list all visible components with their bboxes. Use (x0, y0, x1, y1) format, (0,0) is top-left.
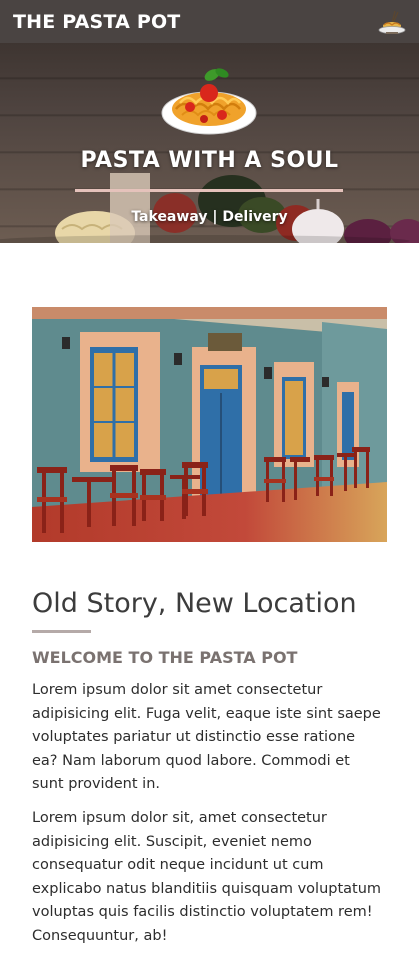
hero-divider (75, 189, 343, 192)
brand-logo-text[interactable]: THE PASTA POT (13, 11, 180, 33)
section-heading: Old Story, New Location (32, 588, 357, 619)
spaghetti-plate-icon (161, 68, 257, 135)
pasta-dish-icon (378, 10, 406, 34)
menu-toggle-button[interactable] (377, 7, 407, 37)
restaurant-exterior-image (32, 307, 387, 542)
section-divider (32, 630, 91, 633)
hero-title: PASTA WITH A SOUL (80, 148, 339, 173)
navbar: THE PASTA POT (0, 0, 419, 43)
paragraph: Lorem ipsum dolor sit amet consectetur a… (32, 682, 381, 792)
section-subheading: WELCOME TO THE PASTA POT (32, 648, 298, 667)
hero-banner: PASTA WITH A SOUL Takeaway | Delivery (0, 43, 419, 243)
hero-subtitle: Takeaway | Delivery (131, 209, 288, 225)
paragraph: Lorem ipsum dolor sit, amet consectetur … (32, 810, 382, 944)
